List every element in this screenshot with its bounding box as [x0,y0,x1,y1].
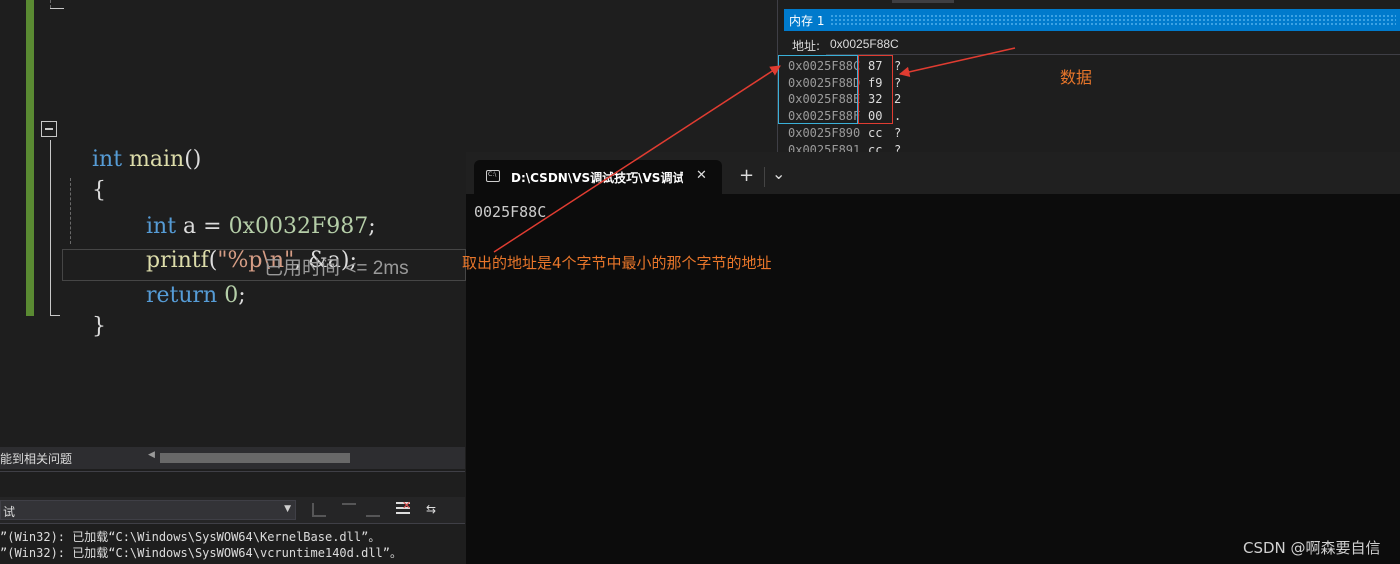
data-annotation: 数据 [1060,68,1093,87]
arrow-to-data [898,47,1016,78]
watermark: CSDN @啊森要自信 [1243,539,1381,557]
address-annotation: 取出的地址是4个字节中最小的那个字节的地址 [462,254,772,272]
annotation-arrows [493,47,1016,253]
arrow-to-address [493,65,781,253]
